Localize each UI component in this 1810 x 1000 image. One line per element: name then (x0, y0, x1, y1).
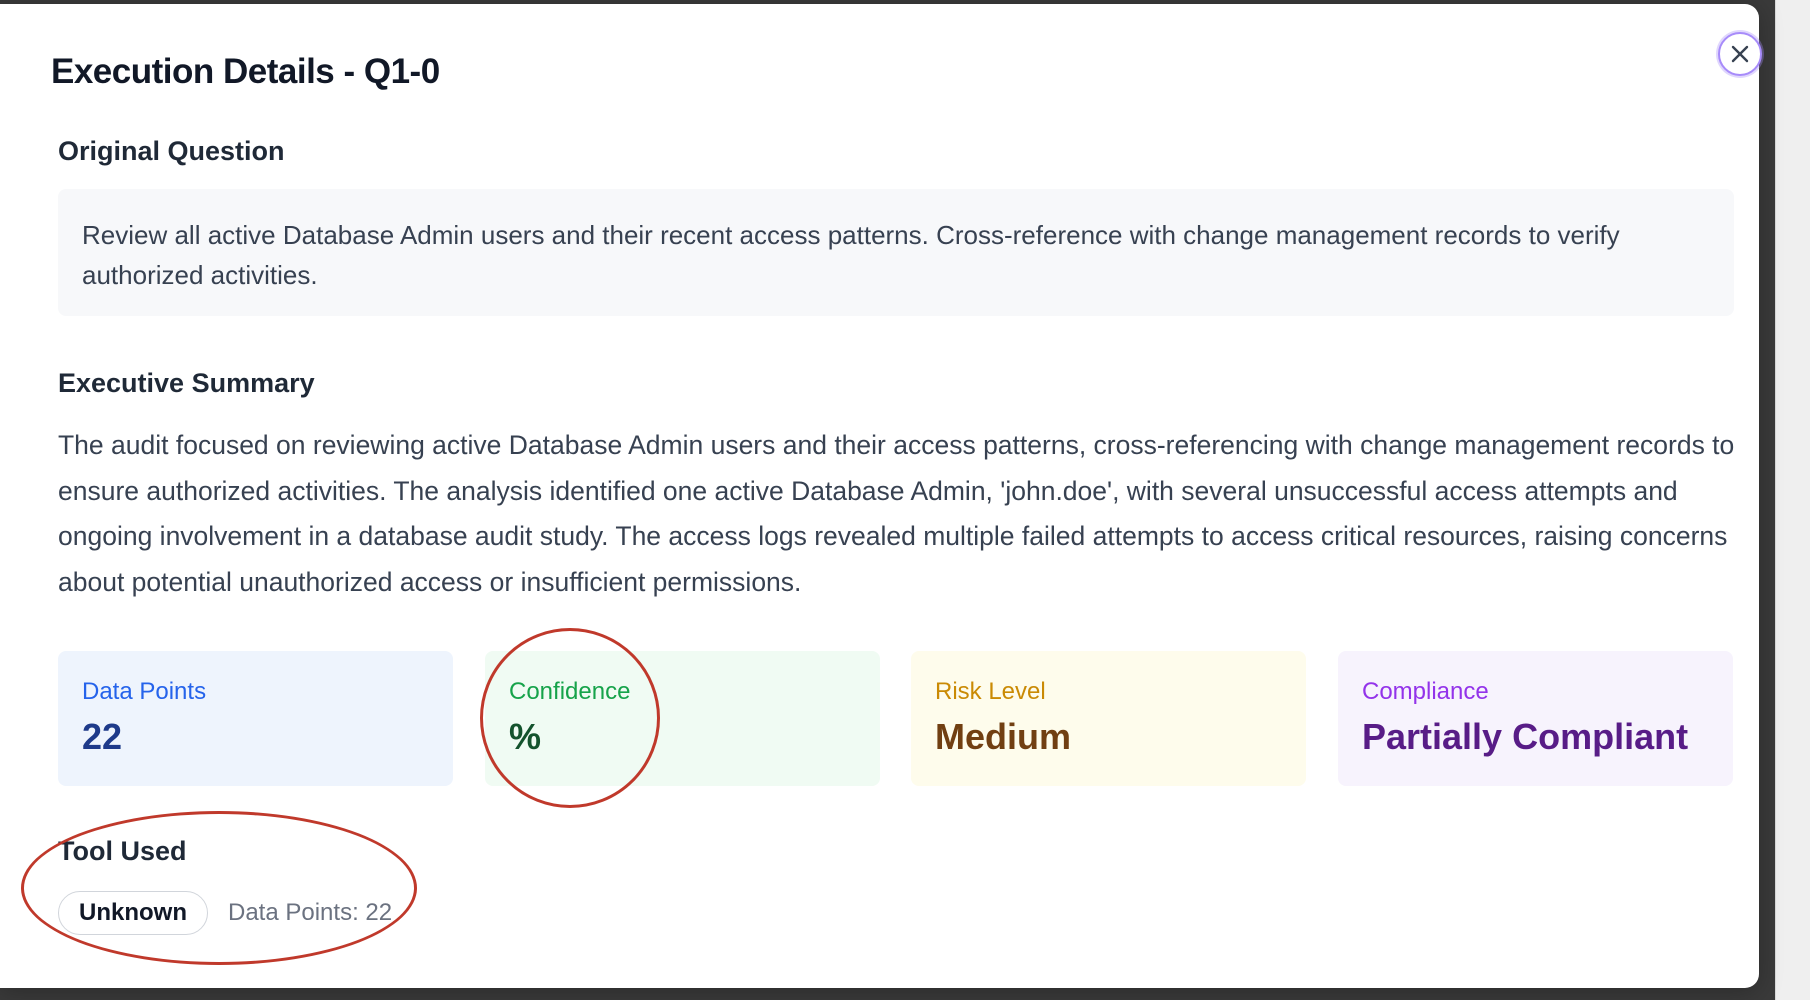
stat-card-risk-level: Risk Level Medium (911, 651, 1306, 786)
executive-summary-heading: Executive Summary (58, 368, 315, 398)
stat-card-data-points: Data Points 22 (58, 651, 453, 786)
stat-value-data-points: 22 (82, 716, 123, 757)
stat-label-risk-level: Risk Level (935, 678, 1046, 705)
stat-value-confidence: % (509, 716, 542, 757)
original-question-text: Review all active Database Admin users a… (82, 220, 1620, 290)
execution-details-modal: Execution Details - Q1-0 Original Questi… (0, 4, 1762, 988)
original-question-box: Review all active Database Admin users a… (58, 189, 1734, 316)
stat-card-compliance: Compliance Partially Compliant (1338, 651, 1733, 786)
modal-title: Execution Details - Q1-0 (51, 52, 440, 91)
close-button[interactable] (1718, 32, 1762, 76)
tool-data-points: Data Points: 22 (228, 899, 393, 926)
stat-label-data-points: Data Points (82, 678, 207, 705)
stat-value-compliance: Partially Compliant (1362, 716, 1689, 757)
tool-used-heading: Tool Used (58, 836, 187, 866)
stat-label-confidence: Confidence (509, 678, 631, 705)
background-page-edge (1775, 0, 1810, 1000)
stat-card-confidence: Confidence % (485, 651, 880, 786)
annotation-ellipse-tool-used (21, 811, 417, 965)
stat-value-risk-level: Medium (935, 716, 1072, 757)
close-icon (1731, 45, 1749, 63)
executive-summary-text: The audit focused on reviewing active Da… (58, 430, 1735, 597)
stat-label-compliance: Compliance (1362, 678, 1489, 705)
tool-badge: Unknown (58, 891, 208, 935)
original-question-heading: Original Question (58, 136, 285, 166)
